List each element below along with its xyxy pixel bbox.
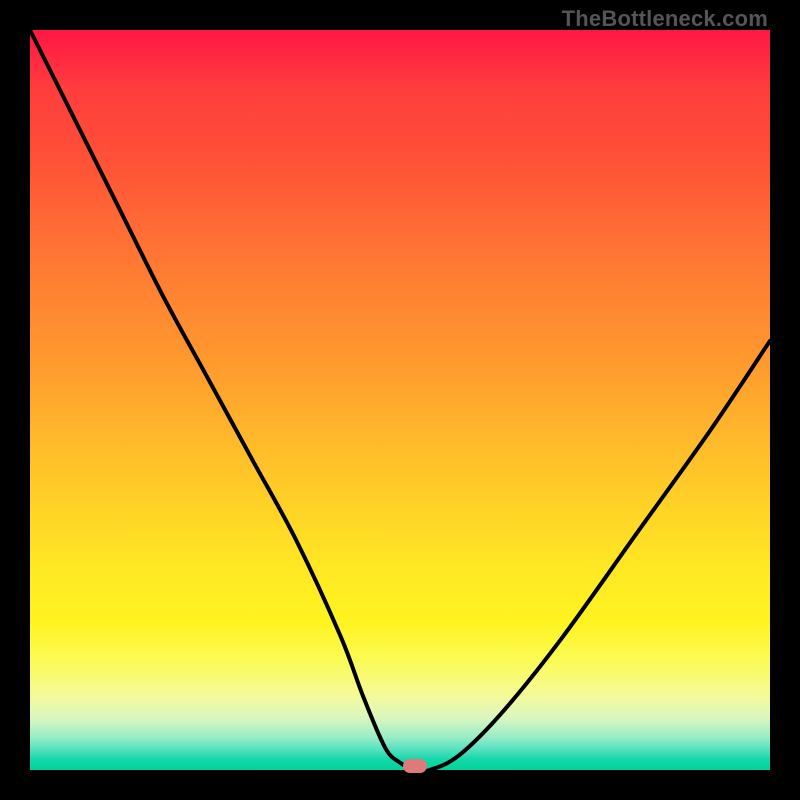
- watermark-text: TheBottleneck.com: [562, 6, 768, 32]
- plot-area: [30, 30, 770, 770]
- optimum-marker: [403, 759, 427, 773]
- chart-frame: TheBottleneck.com: [0, 0, 800, 800]
- bottleneck-curve: [30, 30, 770, 770]
